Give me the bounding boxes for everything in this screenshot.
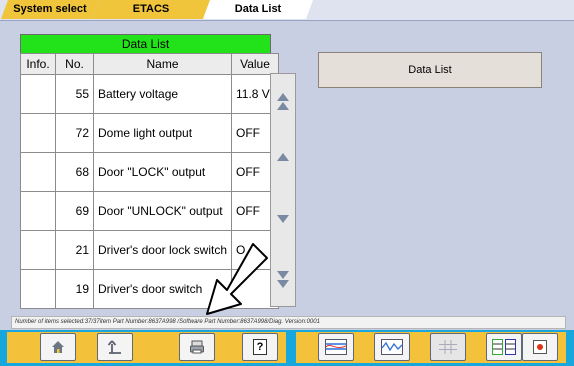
scroll-up-button[interactable]	[272, 146, 294, 168]
tab-data-list[interactable]: Data List	[203, 0, 313, 19]
cell-name: Dome light output	[93, 113, 232, 153]
column-header-no: No.	[55, 53, 94, 75]
page-down-button[interactable]	[272, 268, 294, 290]
graph-icon	[325, 339, 347, 355]
cell-info	[20, 191, 56, 231]
tab-system-select[interactable]: System select	[1, 0, 99, 19]
chart-button[interactable]	[374, 333, 410, 361]
table-row[interactable]: 55 Battery voltage 11.8 V	[20, 74, 279, 114]
record-button[interactable]	[522, 333, 558, 361]
bottom-toolbar: ?	[0, 330, 574, 366]
table-row[interactable]: 69 Door "UNLOCK" output OFF	[20, 191, 279, 231]
table-view-button[interactable]	[430, 333, 466, 361]
double-up-arrow-icon	[277, 92, 289, 110]
tab-etacs[interactable]: ETACS	[92, 0, 210, 19]
help-icon: ?	[253, 339, 267, 355]
double-down-arrow-icon	[277, 270, 289, 288]
cell-info	[20, 113, 56, 153]
cell-no: 19	[55, 269, 94, 309]
column-header-value: Value	[231, 53, 279, 75]
split-view-button[interactable]	[486, 333, 522, 361]
cell-no: 21	[55, 230, 94, 270]
cell-info	[20, 269, 56, 309]
table-row[interactable]: 68 Door "LOCK" output OFF	[20, 152, 279, 192]
print-icon	[190, 340, 204, 354]
cell-name: Battery voltage	[93, 74, 232, 114]
cell-no: 55	[55, 74, 94, 114]
column-header-name: Name	[93, 53, 232, 75]
table-header-row: Info. No. Name Value	[20, 53, 279, 75]
status-bar: Number of items selected:37/37item Part …	[11, 316, 566, 329]
up-arrow-icon	[277, 153, 289, 161]
cell-no: 72	[55, 113, 94, 153]
back-icon	[107, 340, 121, 354]
cell-name: Door "LOCK" output	[93, 152, 232, 192]
home-icon	[52, 341, 64, 353]
callout-arrow-icon	[206, 243, 268, 315]
table-title: Data List	[20, 34, 271, 54]
chart-icon	[381, 339, 403, 355]
cell-no: 68	[55, 152, 94, 192]
cell-info	[20, 230, 56, 270]
back-button[interactable]	[97, 333, 133, 361]
record-icon	[533, 340, 547, 354]
app-window: System select ETACS Data List Data List …	[0, 0, 574, 366]
split-icon	[492, 339, 516, 355]
cell-info	[20, 152, 56, 192]
page-up-button[interactable]	[272, 90, 294, 112]
cell-info	[20, 74, 56, 114]
home-button[interactable]	[40, 333, 76, 361]
column-header-info: Info.	[20, 53, 56, 75]
graph-button[interactable]	[318, 333, 354, 361]
print-button[interactable]	[179, 333, 215, 361]
scroll-down-button[interactable]	[272, 208, 294, 230]
table-row[interactable]: 72 Dome light output OFF	[20, 113, 279, 153]
data-list-button[interactable]: Data List	[318, 52, 542, 88]
cell-no: 69	[55, 191, 94, 231]
down-arrow-icon	[277, 215, 289, 223]
help-button[interactable]: ?	[242, 333, 278, 361]
table-icon	[439, 340, 457, 354]
cell-name: Door "UNLOCK" output	[93, 191, 232, 231]
breadcrumb: System select ETACS Data List	[0, 0, 574, 21]
